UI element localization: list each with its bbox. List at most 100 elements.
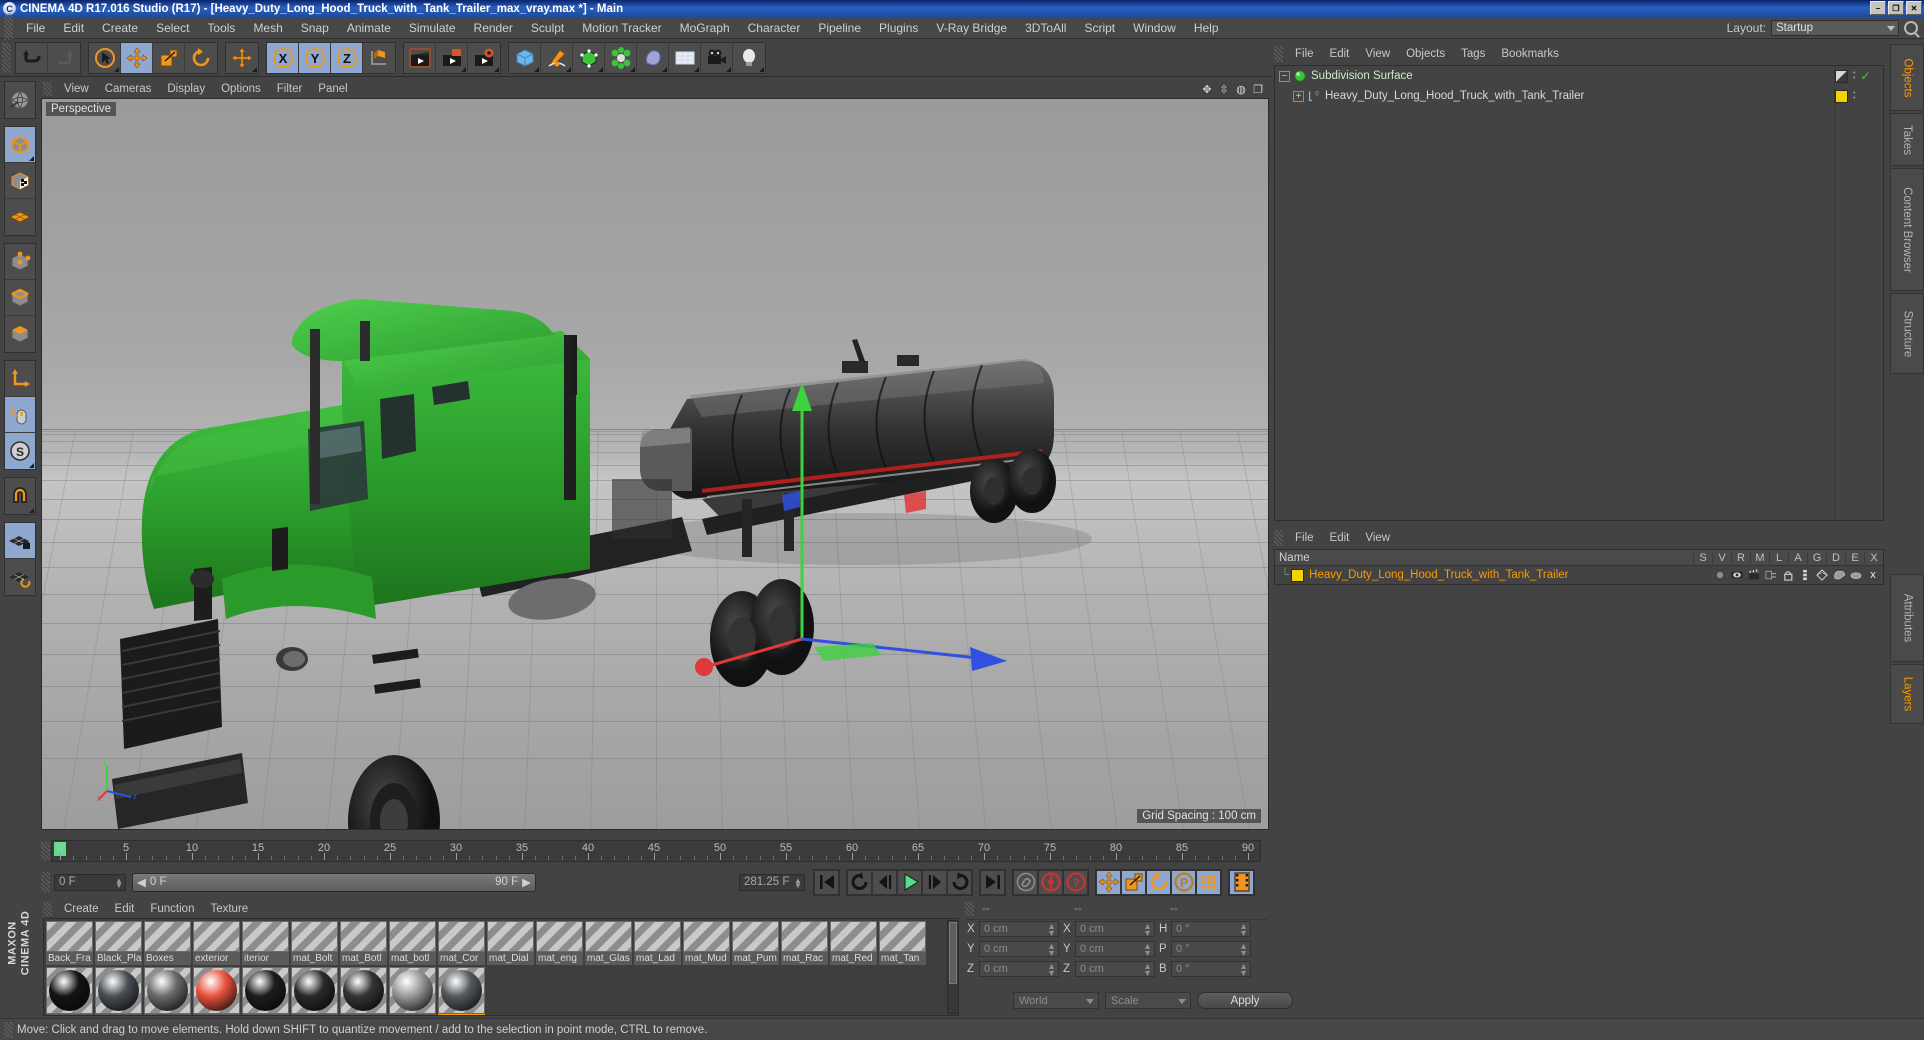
viewport-grip-icon[interactable] bbox=[43, 82, 52, 96]
layer-column-s[interactable]: S bbox=[1693, 551, 1712, 564]
material-item[interactable]: mat_Tire bbox=[95, 967, 142, 1015]
dolly-icon[interactable]: ⇳ bbox=[1217, 82, 1231, 96]
layer-row[interactable]: └ Heavy_Duty_Long_Hood_Truck_with_Tank_T… bbox=[1275, 566, 1883, 584]
material-item[interactable]: Boxes bbox=[144, 921, 191, 965]
material-swatch-area[interactable]: Back_Fra Black_Pla Boxes exterior iterior mat… bbox=[43, 918, 959, 1016]
render-view-button[interactable] bbox=[404, 43, 436, 73]
material-preview-swatch[interactable] bbox=[781, 921, 828, 952]
material-item[interactable]: Mirror bbox=[144, 967, 191, 1015]
add-deformer-button[interactable] bbox=[605, 43, 637, 73]
toolbar-grip-icon[interactable] bbox=[2, 43, 11, 73]
timeline-grip-icon[interactable] bbox=[41, 842, 50, 860]
workplane-rotate-button[interactable] bbox=[5, 559, 35, 595]
object-axis-mode-button[interactable] bbox=[5, 361, 35, 397]
expression-icon[interactable] bbox=[1849, 568, 1863, 582]
lock-y-button[interactable]: Y bbox=[299, 43, 331, 73]
material-preview-swatch[interactable] bbox=[95, 967, 142, 1014]
material-preview-swatch[interactable] bbox=[340, 921, 387, 952]
layer-color-swatch[interactable] bbox=[1291, 568, 1305, 582]
material-preview-swatch[interactable] bbox=[536, 921, 583, 952]
fps-field[interactable]: 281.25 F ▲ ▼ bbox=[739, 873, 805, 891]
viewport-menu-filter[interactable]: Filter bbox=[269, 82, 311, 96]
play-button[interactable] bbox=[897, 869, 922, 895]
viewport-menu-panel[interactable]: Panel bbox=[310, 82, 355, 96]
material-item[interactable]: mat_Dial bbox=[487, 921, 534, 965]
menu-item-animate[interactable]: Animate bbox=[338, 19, 400, 37]
object-menu-objects[interactable]: Objects bbox=[1398, 47, 1453, 61]
coord-field-size[interactable]: 0 cm ▲ ▼ bbox=[1075, 960, 1155, 977]
workplane-lock-button[interactable] bbox=[5, 523, 35, 559]
layer-column-m[interactable]: M bbox=[1750, 551, 1769, 564]
layer-column-e[interactable]: E bbox=[1845, 551, 1864, 564]
spinner-icon[interactable]: ▲ ▼ bbox=[1047, 921, 1056, 937]
lock-open-icon[interactable] bbox=[1781, 568, 1795, 582]
enable-axis-modification-button[interactable] bbox=[5, 397, 35, 433]
layer-column-l[interactable]: L bbox=[1769, 551, 1788, 564]
record-active-objects-button[interactable] bbox=[1038, 869, 1063, 895]
object-row[interactable]: − Subdivision Surface • • ✓ bbox=[1275, 66, 1883, 86]
tab-content-browser[interactable]: Content Browser bbox=[1890, 168, 1924, 291]
coord-mode-dropdown[interactable]: Scale bbox=[1105, 992, 1191, 1009]
material-item[interactable]: mat_Lad bbox=[634, 921, 681, 965]
step-forward-button[interactable] bbox=[922, 869, 947, 895]
key-position-button[interactable] bbox=[1096, 869, 1121, 895]
menu-item-v-ray-bridge[interactable]: V-Ray Bridge bbox=[927, 19, 1016, 37]
menu-item-edit[interactable]: Edit bbox=[54, 19, 93, 37]
key-param-button[interactable]: P bbox=[1171, 869, 1196, 895]
add-cube-button[interactable] bbox=[509, 43, 541, 73]
material-item[interactable]: mat_Tan bbox=[46, 967, 93, 1015]
coord-field-position[interactable]: 0 cm ▲ ▼ bbox=[979, 960, 1059, 977]
autokeying-toggle-button[interactable]: ? bbox=[1063, 869, 1088, 895]
material-item[interactable]: mat_Pum bbox=[732, 921, 779, 965]
workplane-mode-button[interactable] bbox=[5, 199, 35, 235]
solo-dot-icon[interactable] bbox=[1713, 568, 1727, 582]
material-preview-swatch[interactable] bbox=[585, 921, 632, 952]
texture-mode-button[interactable] bbox=[5, 163, 35, 199]
add-environment-button[interactable] bbox=[637, 43, 669, 73]
viewport-menu-options[interactable]: Options bbox=[213, 82, 269, 96]
menu-item-mograph[interactable]: MoGraph bbox=[671, 19, 739, 37]
key-scale-button[interactable] bbox=[1121, 869, 1146, 895]
material-preview-swatch[interactable] bbox=[732, 921, 779, 952]
material-item[interactable]: mat_Red bbox=[830, 921, 877, 965]
deformer-icon[interactable] bbox=[1832, 568, 1846, 582]
material-item[interactable]: mat_Bolt bbox=[291, 921, 338, 965]
layer-manager-grip-icon[interactable] bbox=[1274, 530, 1283, 546]
object-menu-view[interactable]: View bbox=[1357, 47, 1398, 61]
material-preview-swatch[interactable] bbox=[242, 921, 289, 952]
tab-objects[interactable]: Objects bbox=[1890, 44, 1924, 111]
material-preview-swatch[interactable] bbox=[193, 921, 240, 952]
material-item[interactable]: mat_Cor bbox=[438, 921, 485, 965]
spinner-icon[interactable]: ▲ ▼ bbox=[1143, 941, 1152, 957]
maximize-button[interactable]: ❐ bbox=[1888, 1, 1904, 15]
material-item[interactable]: mat_eng bbox=[536, 921, 583, 965]
material-preview-swatch[interactable] bbox=[830, 921, 877, 952]
coord-field-rotation[interactable]: 0 ° ▲ ▼ bbox=[1171, 960, 1251, 977]
layer-column-d[interactable]: D bbox=[1826, 551, 1845, 564]
material-item[interactable]: Shaft bbox=[340, 967, 387, 1015]
material-preview-swatch[interactable] bbox=[438, 921, 485, 952]
menu-item-3dtoall[interactable]: 3DToAll bbox=[1016, 19, 1075, 37]
material-item[interactable]: exterior bbox=[193, 921, 240, 965]
expand-toggle-icon[interactable]: − bbox=[1279, 70, 1290, 82]
menu-item-select[interactable]: Select bbox=[147, 19, 198, 37]
preview-range-bar[interactable]: ◀ 0 F 90 F ▶ bbox=[132, 872, 536, 892]
menu-item-simulate[interactable]: Simulate bbox=[400, 19, 465, 37]
material-item[interactable]: Tubes bbox=[438, 967, 485, 1015]
coord-field-position[interactable]: 0 cm ▲ ▼ bbox=[979, 920, 1059, 937]
soft-selection-button[interactable]: S bbox=[5, 433, 35, 469]
layer-column-x[interactable]: X bbox=[1864, 551, 1883, 564]
viewport-menu-display[interactable]: Display bbox=[159, 82, 213, 96]
material-preview-swatch[interactable] bbox=[193, 967, 240, 1014]
rotate-tool-button[interactable] bbox=[185, 43, 217, 73]
range-start-arrow-icon[interactable]: ◀ bbox=[137, 875, 146, 889]
object-manager-grip-icon[interactable] bbox=[1274, 46, 1283, 62]
orbit-icon[interactable]: ◍ bbox=[1234, 82, 1248, 96]
lock-x-button[interactable]: X bbox=[267, 43, 299, 73]
menu-item-window[interactable]: Window bbox=[1124, 19, 1185, 37]
material-preview-swatch[interactable] bbox=[291, 921, 338, 952]
tab-attributes[interactable]: Attributes bbox=[1890, 574, 1924, 662]
add-camera-button[interactable] bbox=[701, 43, 733, 73]
material-preview-swatch[interactable] bbox=[46, 921, 93, 952]
close-button[interactable]: ✕ bbox=[1906, 1, 1922, 15]
